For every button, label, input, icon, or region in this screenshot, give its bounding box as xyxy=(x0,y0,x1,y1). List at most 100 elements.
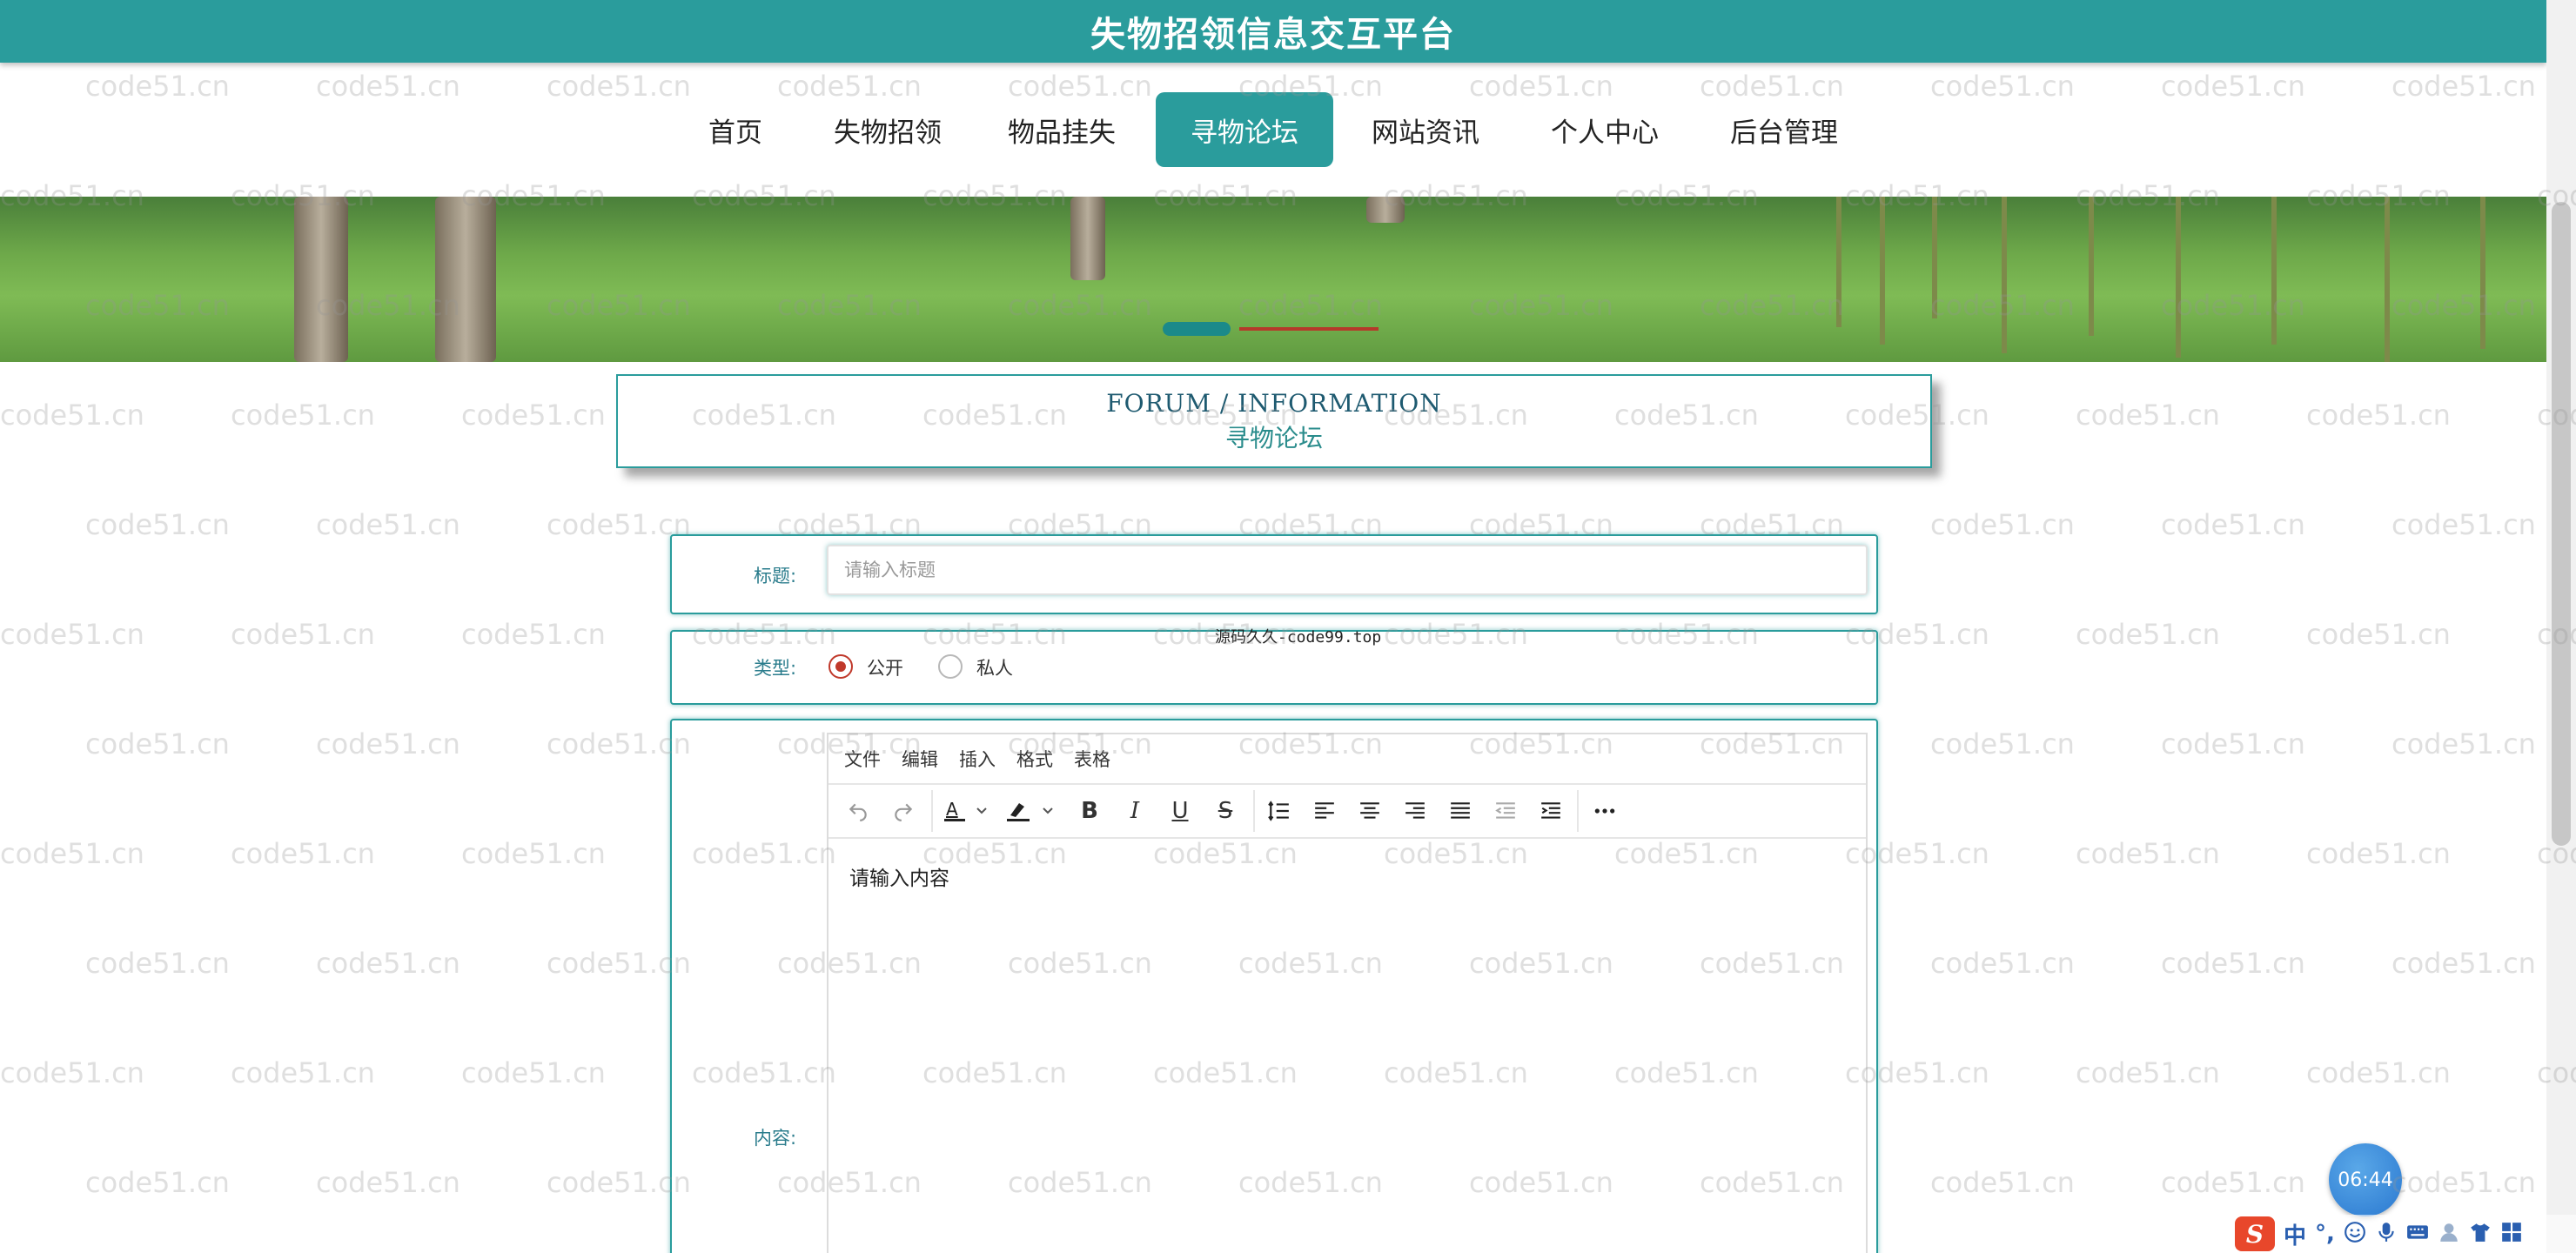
banner-bamboo xyxy=(1836,197,1841,327)
watermark-text: code51.cn xyxy=(2161,508,2305,541)
clock-bubble: 06:44 xyxy=(2329,1143,2402,1216)
banner-tree xyxy=(1070,197,1105,280)
carousel-indicator-active[interactable] xyxy=(1163,322,1231,336)
nav-report-lost[interactable]: 物品挂失 xyxy=(996,92,1128,167)
watermark-text: code51.cn xyxy=(2306,399,2451,432)
watermark-text: code51.cn xyxy=(2076,399,2220,432)
menu-file[interactable]: 文件 xyxy=(844,746,881,772)
content-label: 内容: xyxy=(754,1128,797,1149)
undo-icon[interactable] xyxy=(841,794,875,828)
watermark-text: code51.cn xyxy=(85,947,230,980)
microphone-icon[interactable] xyxy=(2375,1221,2398,1247)
menu-format[interactable]: 格式 xyxy=(1016,746,1053,772)
indent-icon[interactable] xyxy=(1533,794,1568,828)
banner-bamboo xyxy=(2089,197,2094,336)
main-nav: 首页 失物招领 物品挂失 寻物论坛 网站资讯 个人中心 后台管理 xyxy=(0,92,2546,167)
ime-punctuation-toggle[interactable]: °, xyxy=(2315,1221,2335,1247)
editor-menubar: 文件 编辑 插入 格式 表格 xyxy=(828,734,1866,785)
watermark-text: code51.cn xyxy=(2161,727,2305,761)
nav-forum[interactable]: 寻物论坛 xyxy=(1156,92,1333,167)
type-label: 类型: xyxy=(754,658,797,679)
banner-carousel[interactable] xyxy=(0,197,2546,362)
nav-lost-found[interactable]: 失物招领 xyxy=(822,92,954,167)
banner-bamboo xyxy=(2480,197,2485,349)
redo-icon[interactable] xyxy=(886,794,921,828)
section-title-cn: 寻物论坛 xyxy=(1224,423,1323,452)
bold-icon[interactable]: B xyxy=(1072,794,1107,828)
radio-public-label[interactable]: 公开 xyxy=(867,654,903,680)
banner-tree xyxy=(435,197,496,362)
more-icon[interactable] xyxy=(1587,794,1622,828)
outdent-icon[interactable] xyxy=(1488,794,1523,828)
skin-shirt-icon[interactable] xyxy=(2469,1221,2492,1247)
watermark-text: code51.cn xyxy=(2076,1056,2220,1089)
watermark-text: code51.cn xyxy=(2306,1056,2451,1089)
banner-bamboo xyxy=(2385,197,2390,362)
keyboard-icon[interactable] xyxy=(2406,1221,2429,1247)
menu-edit[interactable]: 编辑 xyxy=(902,746,938,772)
strikethrough-icon[interactable]: S xyxy=(1208,794,1243,828)
watermark-text: code51.cn xyxy=(2306,618,2451,651)
align-right-icon[interactable] xyxy=(1398,794,1432,828)
menu-table[interactable]: 表格 xyxy=(1074,746,1110,772)
watermark-text: code51.cn xyxy=(316,727,460,761)
nav-news[interactable]: 网站资讯 xyxy=(1359,92,1492,167)
title-input[interactable] xyxy=(827,545,1868,595)
nav-home[interactable]: 首页 xyxy=(688,92,783,167)
nav-admin[interactable]: 后台管理 xyxy=(1718,92,1850,167)
watermark-text: code51.cn xyxy=(316,508,460,541)
watermark-text: code51.cn xyxy=(2161,947,2305,980)
rich-text-editor: 文件 编辑 插入 格式 表格 A B I U S 请输入内容 xyxy=(827,733,1868,1253)
watermark-text: code51.cn xyxy=(1930,1166,2075,1199)
editor-content-area[interactable]: 请输入内容 xyxy=(828,839,1866,914)
carousel-indicators[interactable] xyxy=(1163,322,1389,339)
toolbar-separator xyxy=(1577,790,1579,832)
menu-insert[interactable]: 插入 xyxy=(959,746,996,772)
radio-private[interactable] xyxy=(938,654,963,679)
align-center-icon[interactable] xyxy=(1352,794,1387,828)
align-justify-icon[interactable] xyxy=(1443,794,1478,828)
svg-text:A: A xyxy=(946,799,958,820)
watermark-text: code51.cn xyxy=(0,1056,144,1089)
underline-icon[interactable]: U xyxy=(1163,794,1197,828)
watermark-text: code51.cn xyxy=(461,399,606,432)
toolbox-grid-icon[interactable] xyxy=(2500,1221,2523,1247)
text-color-icon[interactable]: A xyxy=(940,794,997,828)
watermark-text: code51.cn xyxy=(2076,618,2220,651)
align-left-icon[interactable] xyxy=(1307,794,1342,828)
carousel-indicator-track[interactable] xyxy=(1239,327,1379,331)
banner-tree xyxy=(1366,197,1405,223)
editor-toolbar: A B I U S xyxy=(828,785,1866,839)
scroll-thumb[interactable] xyxy=(2552,202,2571,846)
emoji-icon[interactable] xyxy=(2344,1221,2366,1247)
watermark-text: code51.cn xyxy=(2392,1166,2536,1199)
banner-bamboo xyxy=(2002,197,2007,353)
watermark-text: code51.cn xyxy=(2306,837,2451,870)
line-height-icon[interactable] xyxy=(1262,794,1297,828)
watermark-text: code51.cn xyxy=(316,1166,460,1199)
italic-icon[interactable]: I xyxy=(1117,794,1152,828)
watermark-text: code51.cn xyxy=(0,618,144,651)
banner-bamboo xyxy=(2176,197,2181,358)
watermark-text: code51.cn xyxy=(0,399,144,432)
watermark-text: code51.cn xyxy=(231,837,375,870)
source-note: 源码久久-code99.top xyxy=(1215,628,1382,647)
watermark-text: code51.cn xyxy=(461,1056,606,1089)
banner-bamboo xyxy=(1932,197,1937,318)
ime-language-toggle[interactable]: 中 xyxy=(2284,1218,2306,1250)
radio-public[interactable] xyxy=(828,654,853,679)
watermark-text: code51.cn xyxy=(2392,947,2536,980)
user-icon[interactable] xyxy=(2438,1221,2460,1247)
page: 失物招领信息交互平台 首页 失物招领 物品挂失 寻物论坛 网站资讯 个人中心 后… xyxy=(0,0,2576,1253)
top-header: 失物招领信息交互平台 xyxy=(0,0,2546,63)
highlight-color-icon[interactable] xyxy=(1003,794,1063,828)
watermark-text: code51.cn xyxy=(231,618,375,651)
watermark-text: code51.cn xyxy=(2161,1166,2305,1199)
site-title: 失物招领信息交互平台 xyxy=(1090,15,1456,55)
page-scrollbar[interactable] xyxy=(2546,0,2576,1253)
nav-personal-center[interactable]: 个人中心 xyxy=(1539,92,1671,167)
radio-private-label[interactable]: 私人 xyxy=(976,654,1013,680)
ime-toolbar[interactable]: S 中 °, xyxy=(2230,1215,2576,1253)
watermark-text: code51.cn xyxy=(316,947,460,980)
sogou-logo-icon[interactable]: S xyxy=(2235,1216,2275,1251)
